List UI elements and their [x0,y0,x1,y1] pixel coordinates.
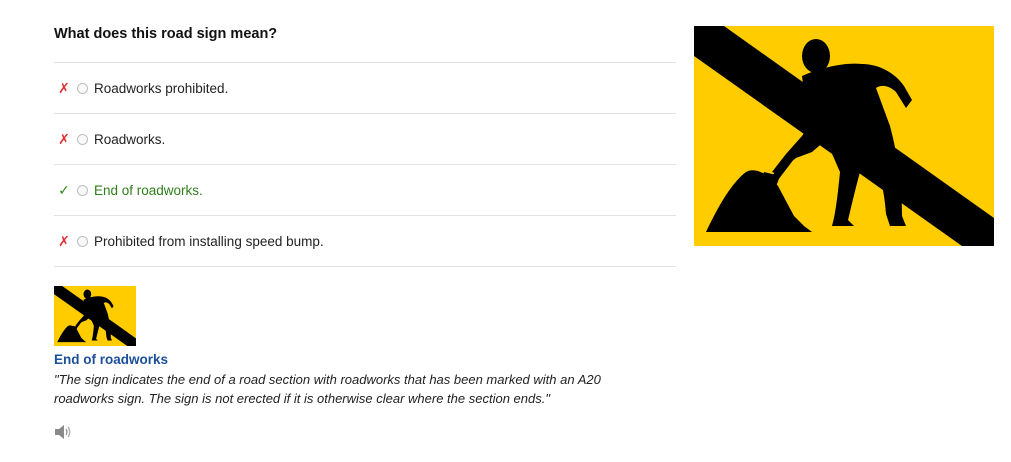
wrong-mark-icon: ✗ [58,79,70,96]
explanation-text: "The sign indicates the end of a road se… [54,372,601,406]
wrong-mark-icon: ✗ [58,232,70,249]
answer-label: Roadworks prohibited. [94,80,229,96]
question-text: What does this road sign mean? [54,26,278,42]
answer-option-1[interactable]: ✗ Roadworks prohibited. [54,63,676,114]
speaker-icon[interactable] [54,424,72,440]
answer-option-2[interactable]: ✗ Roadworks. [54,114,676,165]
explanation-title: End of roadworks [54,352,169,367]
wrong-mark-icon: ✗ [58,130,70,147]
answer-label: Roadworks. [94,131,166,147]
radio-button[interactable] [77,184,88,196]
radio-button[interactable] [77,133,88,145]
answer-label: Prohibited from installing speed bump. [94,233,324,249]
radio-button[interactable] [77,82,88,94]
correct-mark-icon: ✓ [58,181,70,198]
radio-button[interactable] [77,235,88,247]
end-of-roadworks-sign-large [694,26,994,246]
answer-options: ✗ Roadworks prohibited. ✗ Roadworks. ✓ E… [54,62,676,267]
answer-label: End of roadworks. [94,182,203,198]
answer-option-4[interactable]: ✗ Prohibited from installing speed bump. [54,216,676,267]
answer-option-3[interactable]: ✓ End of roadworks. [54,165,676,216]
end-of-roadworks-sign-thumbnail [54,286,136,346]
